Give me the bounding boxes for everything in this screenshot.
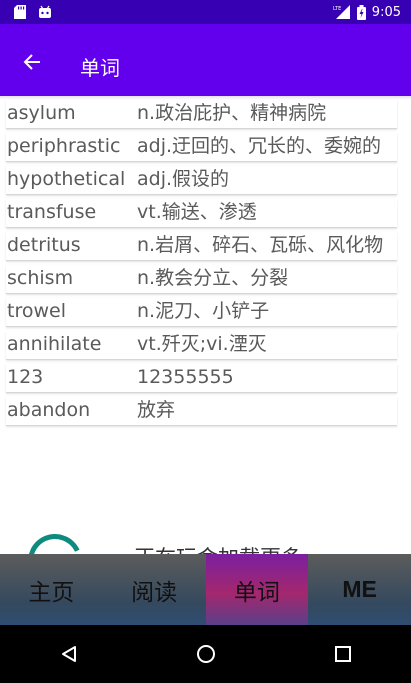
word-meaning: 12355555 — [137, 366, 234, 388]
word-meaning: n.泥刀、小铲子 — [137, 300, 270, 322]
word-meaning: vt.歼灭;vi.湮灭 — [137, 333, 267, 355]
word-meaning: n.教会分立、分裂 — [137, 267, 289, 289]
word-text: transfuse — [7, 201, 97, 223]
system-back-button[interactable] — [49, 634, 89, 674]
word-list-container[interactable]: asylum n.政治庇护、精神病院 periphrastic adj.迂回的、… — [0, 96, 411, 554]
word-row[interactable]: periphrastic adj.迂回的、冗长的、委婉的 — [6, 133, 397, 162]
loading-text: 正在玩命加载更多 — [134, 542, 302, 554]
word-row[interactable]: annihilate vt.歼灭;vi.湮灭 — [6, 331, 397, 360]
system-recents-button[interactable] — [323, 634, 363, 674]
word-row[interactable]: abandon 放弃 — [6, 397, 397, 426]
word-text: abandon — [7, 399, 91, 421]
word-text: trowel — [7, 300, 66, 322]
tab-reading[interactable]: 阅读 — [103, 554, 206, 625]
back-button[interactable] — [12, 46, 52, 78]
word-text: 123 — [7, 366, 44, 388]
word-text: schism — [7, 267, 74, 289]
word-row[interactable]: hypothetical adj.假设的 — [6, 166, 397, 195]
word-text: hypothetical — [7, 168, 126, 190]
word-text: annihilate — [7, 333, 102, 355]
load-more-footer: 正在玩命加载更多 — [0, 526, 411, 554]
sd-card-icon — [14, 5, 26, 19]
word-meaning: adj.迂回的、冗长的、委婉的 — [137, 135, 382, 157]
word-list: asylum n.政治庇护、精神病院 periphrastic adj.迂回的、… — [0, 100, 411, 430]
word-row[interactable]: schism n.教会分立、分裂 — [6, 265, 397, 294]
system-home-button[interactable] — [186, 634, 226, 674]
tab-me[interactable]: ME — [308, 554, 411, 625]
loading-spinner-icon — [20, 526, 90, 554]
word-row[interactable]: transfuse vt.输送、渗透 — [6, 199, 397, 228]
app-bar: 单词 — [0, 24, 411, 96]
battery-icon — [356, 4, 366, 20]
bottom-nav: 主页 阅读 单词 ME — [0, 554, 411, 625]
android-notification-icon — [39, 5, 51, 18]
word-meaning: adj.假设的 — [137, 168, 230, 190]
square-recents-icon — [334, 646, 351, 662]
word-meaning: n.政治庇护、精神病院 — [137, 102, 327, 124]
word-meaning: n.岩屑、碎石、瓦砾、风化物 — [137, 234, 384, 256]
word-row[interactable]: detritus n.岩屑、碎石、瓦砾、风化物 — [6, 232, 397, 261]
tab-words[interactable]: 单词 — [205, 554, 309, 625]
page-title: 单词 — [80, 56, 120, 80]
status-bar: LTE 9:05 — [0, 0, 411, 24]
word-row[interactable]: trowel n.泥刀、小铲子 — [6, 298, 397, 327]
word-text: asylum — [7, 102, 76, 124]
word-meaning: 放弃 — [137, 399, 176, 421]
word-row[interactable]: 123 12355555 — [6, 364, 397, 393]
system-nav-bar — [0, 625, 411, 683]
triangle-back-icon — [61, 646, 76, 662]
arrow-back-icon — [23, 54, 40, 70]
word-text: detritus — [7, 234, 81, 256]
tab-home[interactable]: 主页 — [0, 554, 103, 625]
status-time: 9:05 — [371, 4, 401, 20]
svg-text:LTE: LTE — [333, 6, 341, 12]
word-meaning: vt.输送、渗透 — [137, 201, 257, 223]
lte-signal-icon: LTE — [333, 5, 350, 19]
circle-home-icon — [196, 645, 215, 663]
word-row[interactable]: asylum n.政治庇护、精神病院 — [6, 100, 397, 129]
word-text: periphrastic — [7, 135, 121, 157]
